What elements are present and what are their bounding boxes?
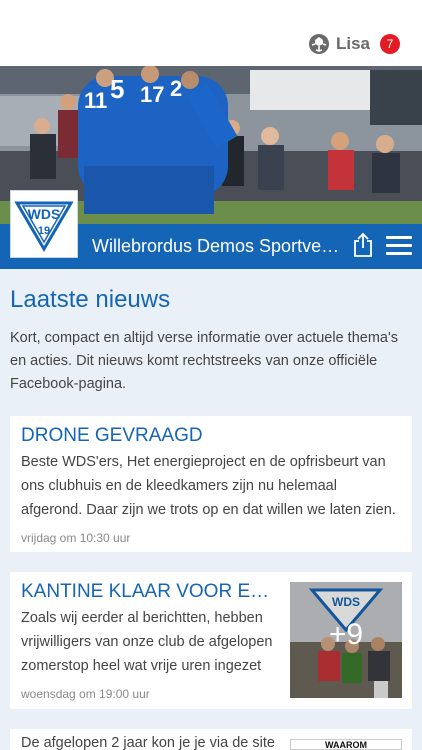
- news-card-body: Beste WDS'ers, Het energieproject en de …: [21, 454, 396, 518]
- svg-text:17: 17: [140, 82, 164, 107]
- news-card-title[interactable]: DRONE GEVRAAGD: [21, 425, 401, 447]
- menu-icon[interactable]: [386, 236, 412, 256]
- news-card-time: woensdag om 19:00 uur: [21, 687, 150, 701]
- news-card[interactable]: DRONE GEVRAAGD Beste WDS'ers, Het energi…: [10, 416, 412, 552]
- user-name[interactable]: Lisa: [336, 34, 370, 54]
- news-card-title[interactable]: KANTINE KLAAR VOOR EEN NIEUW SEIZOEN: [21, 581, 277, 603]
- news-intro: Kort, compact en altijd verse informatie…: [10, 330, 399, 392]
- club-logo-text: WDS: [28, 206, 61, 222]
- svg-text:11: 11: [84, 88, 107, 113]
- photo-count: +9: [328, 618, 364, 651]
- club-logo-subtext: 19: [38, 225, 50, 237]
- news-card-photo-text: WAAROM: [325, 740, 367, 750]
- section-title: Laatste nieuws: [10, 286, 171, 313]
- notification-badge[interactable]: 7: [380, 34, 400, 54]
- top-bar: Lisa 7: [0, 0, 422, 66]
- share-icon[interactable]: [352, 232, 374, 258]
- football-icon: [308, 34, 329, 54]
- news-card-photo[interactable]: WAAROM: [290, 739, 402, 750]
- club-logo[interactable]: WDS 19: [10, 190, 78, 258]
- news-card-body: De afgelopen 2 jaar kon je je via de sit…: [21, 736, 275, 750]
- club-bar: WDS 19 Willebrordus Demos Sportverenigin…: [0, 190, 422, 269]
- news-card[interactable]: De afgelopen 2 jaar kon je je via de sit…: [10, 729, 412, 750]
- news-card-time: vrijdag om 10:30 uur: [21, 531, 131, 545]
- news-card[interactable]: KANTINE KLAAR VOOR EEN NIEUW SEIZOEN Zoa…: [10, 572, 412, 709]
- svg-text:2: 2: [170, 76, 182, 101]
- svg-text:5: 5: [110, 74, 124, 104]
- news-card-photo[interactable]: WDS +9: [290, 582, 402, 698]
- club-name: Willebrordus Demos Sportvereniging: [92, 236, 340, 256]
- user-menu[interactable]: Lisa 7: [308, 33, 400, 55]
- news-card-body: Zoals wij eerder al berichtten, hebben v…: [21, 610, 273, 674]
